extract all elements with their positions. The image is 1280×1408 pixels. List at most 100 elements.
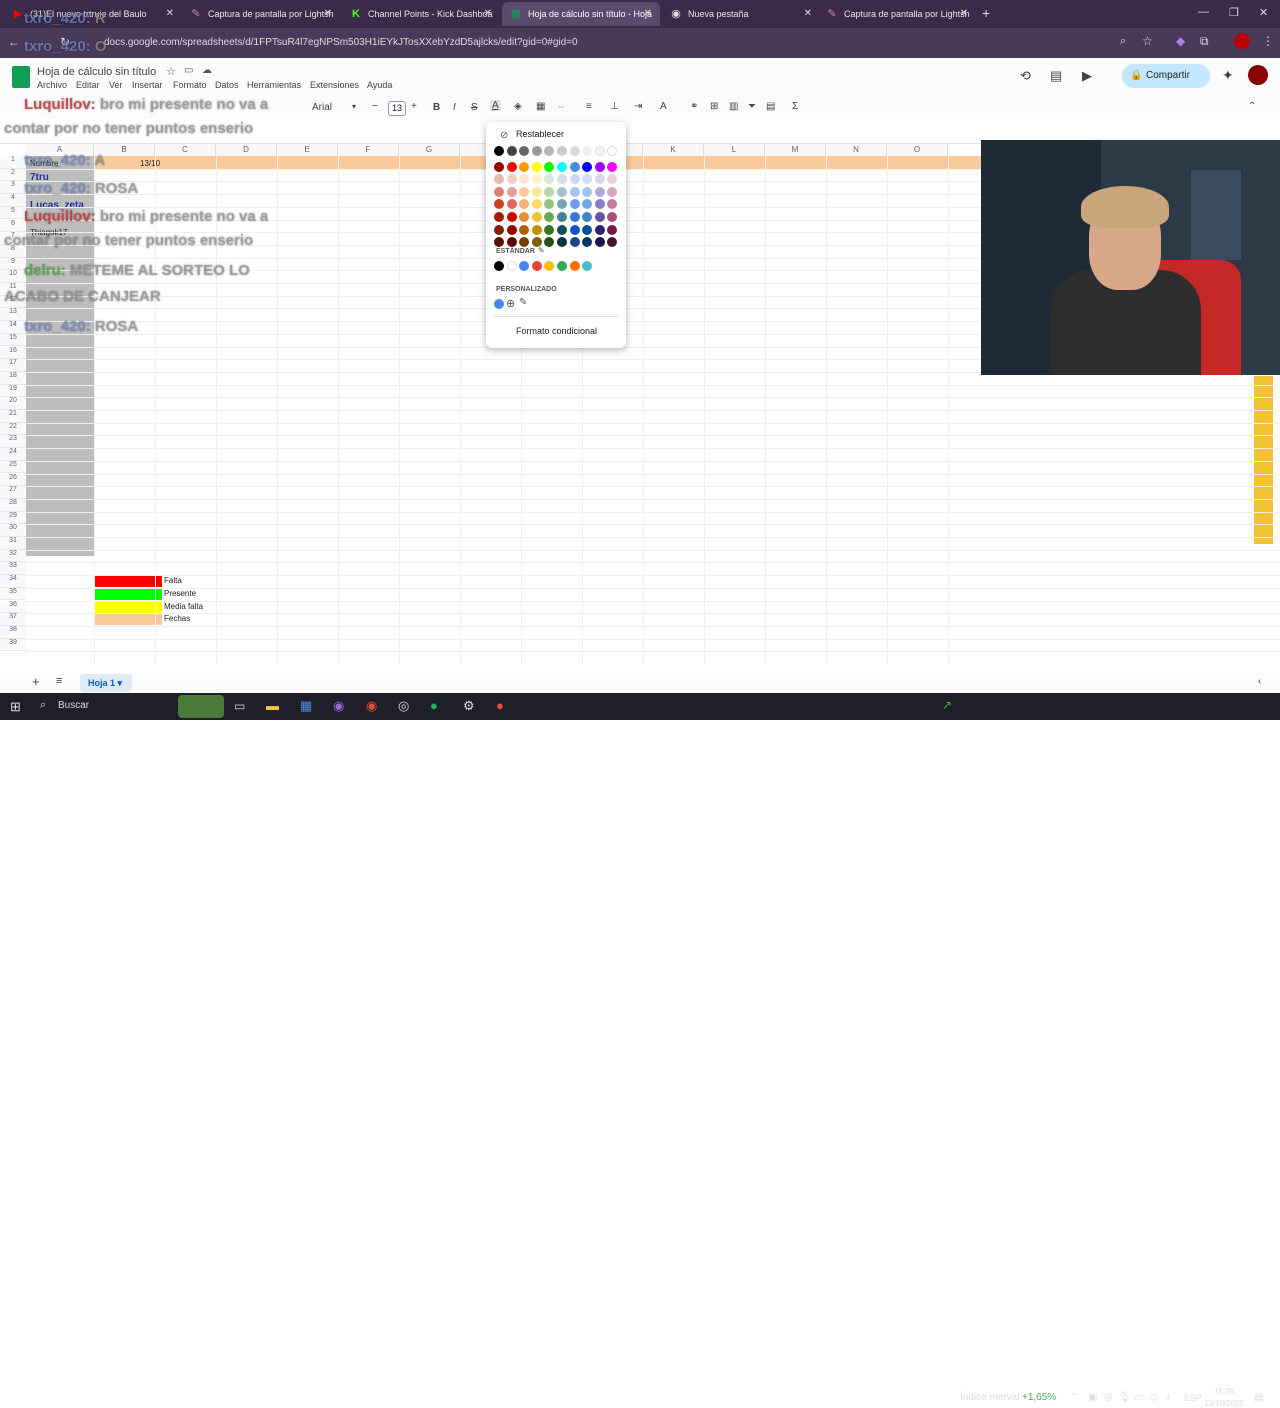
row-header[interactable]: 34 [0,575,26,588]
color-swatch[interactable] [594,161,605,172]
color-swatch[interactable] [569,224,580,235]
color-swatch[interactable] [557,186,567,197]
color-swatch[interactable] [582,146,593,156]
column-header[interactable]: E [277,144,338,156]
color-swatch[interactable] [506,212,517,222]
standard-color-swatch[interactable] [544,261,555,271]
collapse-icon[interactable]: ⌃ [1248,101,1256,112]
color-swatch[interactable] [506,199,517,210]
strikethrough-icon[interactable]: S [471,102,478,113]
legend-row[interactable]: Media falta [94,600,244,613]
menu-formato[interactable]: Formato [173,80,207,90]
standard-color-swatch[interactable] [519,261,530,271]
color-swatch[interactable] [544,237,555,248]
row-header[interactable]: 10 [0,270,26,283]
color-swatch[interactable] [607,146,618,156]
color-swatch[interactable] [582,161,593,172]
new-tab-icon[interactable]: + [982,5,990,21]
font-select[interactable]: Arial [312,102,332,113]
menu-ver[interactable]: Ver [109,80,123,90]
extension-icon[interactable]: ◆ [1176,34,1185,48]
browser-tab[interactable]: ✎ Captura de pantalla por Lightsh ✕ [818,2,976,26]
color-swatch[interactable] [594,199,605,210]
edit-standard-icon[interactable]: ✎ [538,246,545,255]
color-swatch[interactable] [519,237,530,248]
color-swatch[interactable] [494,146,504,156]
settings-gear-icon[interactable]: ⚙ [463,698,475,714]
custom-color-swatch[interactable] [494,299,504,309]
standard-color-swatch[interactable] [506,261,517,271]
clock-time[interactable]: 15:39 [1214,1387,1234,1396]
color-swatch[interactable] [607,212,618,222]
maximize-icon[interactable]: ❐ [1229,6,1239,19]
row-header[interactable]: 32 [0,549,26,563]
color-swatch[interactable] [557,146,567,156]
color-swatch[interactable] [607,199,618,210]
color-swatch[interactable] [582,224,593,235]
row-header[interactable]: 24 [0,448,26,461]
profile-avatar[interactable] [1234,33,1250,49]
menu-insertar[interactable]: Insertar [132,80,163,90]
row-header[interactable]: 26 [0,473,26,487]
store-icon[interactable]: ▦ [300,698,312,714]
row-header[interactable]: 4 [0,194,26,207]
text-color-icon[interactable]: A [490,100,501,111]
color-swatch[interactable] [506,174,517,185]
history-icon[interactable]: ⟲ [1020,68,1031,84]
close-tab-icon[interactable]: ✕ [960,2,968,26]
taskbar-search[interactable]: Buscar [58,700,89,711]
close-window-icon[interactable]: ✕ [1259,6,1268,19]
align-icon[interactable]: ≡ [586,101,592,112]
add-custom-color-icon[interactable]: ⊕ [506,297,515,310]
color-swatch[interactable] [531,199,542,210]
cell-b1[interactable]: 13/10 [140,159,160,168]
color-swatch[interactable] [531,224,542,235]
row-header[interactable]: 9 [0,257,26,271]
valign-icon[interactable]: ⊥ [610,101,619,112]
row-header[interactable]: 16 [0,346,26,360]
tray-chevron-icon[interactable]: ⌃ [1070,1392,1078,1403]
windows-start-icon[interactable]: ⊞ [10,699,21,715]
color-swatch[interactable] [594,186,605,197]
menu-archivo[interactable]: Archivo [37,80,67,90]
column-header[interactable]: F [338,144,399,156]
color-swatch[interactable] [607,161,618,172]
sheet-tab-hoja1[interactable]: Hoja 1 ▾ [80,674,132,692]
row-header[interactable]: 6 [0,219,26,233]
standard-color-swatch[interactable] [569,261,580,271]
borders-icon[interactable]: ▦ [536,101,545,112]
column-header[interactable]: K [643,144,704,156]
menu-herramientas[interactable]: Herramientas [247,80,301,90]
search-icon[interactable]: ⌕ [40,699,46,712]
color-swatch[interactable] [607,186,618,197]
zoom-icon[interactable]: ⌕ [1120,35,1126,48]
menu-datos[interactable]: Datos [215,80,239,90]
browser-tab[interactable]: ◉ Nueva pestaña ✕ [662,2,820,26]
color-swatch[interactable] [557,224,567,235]
color-swatch[interactable] [506,237,517,248]
color-swatch[interactable] [506,186,517,197]
color-swatch[interactable] [519,212,530,222]
row-header[interactable]: 30 [0,524,26,537]
legend-row[interactable]: Presente [94,587,244,600]
color-swatch[interactable] [506,146,517,156]
file-explorer-icon[interactable]: ▬ [266,698,279,713]
row-header[interactable]: 33 [0,562,26,576]
standard-color-swatch[interactable] [531,261,542,271]
color-swatch[interactable] [594,174,605,185]
color-swatch[interactable] [494,237,504,248]
row-header[interactable]: 14 [0,321,26,334]
color-swatch[interactable] [569,237,580,248]
browser-tab-active[interactable]: ▦ Hoja de cálculo sin título - Hoja ✕ [502,2,660,26]
share-button[interactable]: 🔒 Compartir [1122,64,1210,88]
chrome-taskbar-icon[interactable]: ◉ [366,698,377,714]
all-sheets-icon[interactable]: ≡ [56,675,62,687]
mic-icon[interactable]: 🎙 [1118,1392,1131,1403]
color-swatch[interactable] [531,161,542,172]
row-header[interactable]: 37 [0,613,26,626]
row-header[interactable]: 19 [0,384,26,398]
column-header[interactable]: D [216,144,277,156]
color-swatch[interactable] [494,224,504,235]
eyedropper-icon[interactable]: ✎ [519,297,527,308]
move-folder-icon[interactable]: ▭ [184,65,193,76]
